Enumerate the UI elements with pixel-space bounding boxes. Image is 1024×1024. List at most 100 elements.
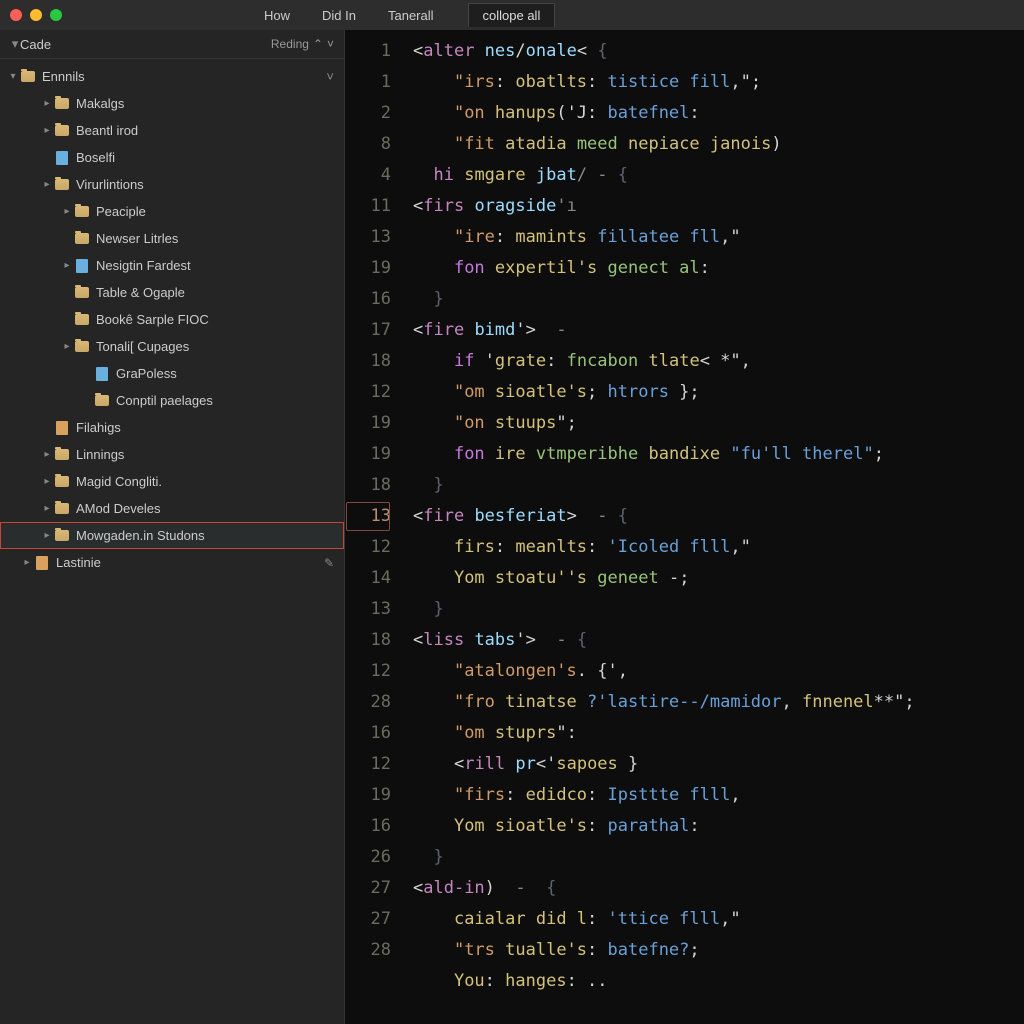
tree-row[interactable]: Filahigs xyxy=(0,414,344,441)
chevron-right-icon: ▸ xyxy=(40,125,54,136)
code-line: <rill pr<'sapoes } xyxy=(413,749,1024,780)
tree-label: Newser Litrles xyxy=(96,231,334,246)
tree-row[interactable]: ▸ Makalgs xyxy=(0,90,344,117)
chevron-right-icon: ▸ xyxy=(40,476,54,487)
tree-label: Virurlintions xyxy=(76,177,334,192)
line-number: 2 xyxy=(345,98,391,129)
tree-label: Boselfi xyxy=(76,150,334,165)
chevron-right-icon: ▸ xyxy=(60,206,74,217)
menu-item[interactable]: Tanerall xyxy=(374,4,448,27)
line-number: 19 xyxy=(345,408,391,439)
tree-label: AMod Develes xyxy=(76,501,334,516)
minimize-icon[interactable] xyxy=(30,9,42,21)
code-line: "om stuprs": xyxy=(413,718,1024,749)
tree-row[interactable]: ▸AMod Develes xyxy=(0,495,344,522)
code-line: "on stuups"; xyxy=(413,408,1024,439)
line-number: 13 xyxy=(345,222,391,253)
code-line: "irs: obatlts: tistice fill,"; xyxy=(413,67,1024,98)
tree-row[interactable]: ▸Linnings xyxy=(0,441,344,468)
folder-icon xyxy=(74,285,90,301)
folder-icon xyxy=(54,447,70,463)
file-icon xyxy=(74,258,90,274)
line-number: 18 xyxy=(345,346,391,377)
folder-icon xyxy=(74,339,90,355)
code-line: <firs oragside'ı xyxy=(413,191,1024,222)
code-line: firs: meanlts: 'Icoled flll," xyxy=(413,532,1024,563)
code-line: if 'grate: fncabon tlate< *", xyxy=(413,346,1024,377)
line-number: 26 xyxy=(345,842,391,873)
editor-tab[interactable]: collope all xyxy=(468,3,556,27)
tree-row[interactable]: ▸Lastinie✎ xyxy=(0,549,344,576)
line-number: 12 xyxy=(345,377,391,408)
code-line: <fire bimd'> - xyxy=(413,315,1024,346)
tree-row[interactable]: ▸Magid Congliti. xyxy=(0,468,344,495)
sidebar-control[interactable]: Reding ⌃ ˅ xyxy=(271,37,334,51)
folder-icon xyxy=(54,528,70,544)
sidebar-title: Cade xyxy=(20,37,271,52)
line-number: 16 xyxy=(345,811,391,842)
line-number xyxy=(345,966,391,997)
tree-row[interactable]: Table & Ogaple xyxy=(0,279,344,306)
chevron-right-icon: ▸ xyxy=(40,98,54,109)
chevron-right-icon: ▸ xyxy=(60,341,74,352)
tree-row[interactable]: Conptil paelages xyxy=(0,387,344,414)
tree-row[interactable]: Boselfi xyxy=(0,144,344,171)
code-line: Yom sioatle's: parathal: xyxy=(413,811,1024,842)
tree-label: Makalgs xyxy=(76,96,334,111)
line-number: 16 xyxy=(345,718,391,749)
code-line: Yom stoatu''s geneet -; xyxy=(413,563,1024,594)
code-line: <liss tabs'> - { xyxy=(413,625,1024,656)
tree-row[interactable]: ▸Virurlintions xyxy=(0,171,344,198)
code-area[interactable]: <alter nes/onale< { "irs: obatlts: tisti… xyxy=(405,30,1024,1024)
line-number: 14 xyxy=(345,563,391,594)
code-line: <alter nes/onale< { xyxy=(413,36,1024,67)
folder-icon xyxy=(54,96,70,112)
tree-label: GraPoless xyxy=(116,366,334,381)
code-line: hi smgare jbat/ - { xyxy=(413,160,1024,191)
code-line: "on hanups('J: batefnel: xyxy=(413,98,1024,129)
close-icon[interactable] xyxy=(10,9,22,21)
line-number: 13 xyxy=(345,501,391,532)
maximize-icon[interactable] xyxy=(50,9,62,21)
menu-item[interactable]: Did In xyxy=(308,4,370,27)
tree-row[interactable]: Bookê Sarple FIOC xyxy=(0,306,344,333)
folder-icon xyxy=(54,501,70,517)
file-icon xyxy=(54,420,70,436)
chevron-right-icon: ▸ xyxy=(60,260,74,271)
folder-icon xyxy=(20,69,36,85)
sidebar: ▾ Cade Reding ⌃ ˅ ▾ Ennnils ˅ ▸Makalgs▸B… xyxy=(0,30,345,1024)
tree-row[interactable]: ▸Peaciple xyxy=(0,198,344,225)
menu-bar: HowDid InTanerall xyxy=(250,4,448,27)
line-gutter: 1128411131916171812191918131214131812281… xyxy=(345,30,405,1024)
code-line: <fire besferiat> - { xyxy=(413,501,1024,532)
code-line: "fit atadia meed nepiace janois) xyxy=(413,129,1024,160)
code-editor[interactable]: 1128411131916171812191918131214131812281… xyxy=(345,30,1024,1024)
tree-label: Conptil paelages xyxy=(116,393,334,408)
line-number: 12 xyxy=(345,656,391,687)
tree-row[interactable]: Newser Litrles xyxy=(0,225,344,252)
line-number: 19 xyxy=(345,780,391,811)
line-number: 4 xyxy=(345,160,391,191)
chevron-down-icon[interactable]: ▾ xyxy=(10,36,20,52)
line-number: 19 xyxy=(345,253,391,284)
code-line: "om sioatle's; htrors }; xyxy=(413,377,1024,408)
code-line: } xyxy=(413,284,1024,315)
tree-row[interactable]: ▸Mowgaden.in Studons xyxy=(0,522,344,549)
tree-row[interactable]: ▸Tonali[ Cupages xyxy=(0,333,344,360)
tree-row[interactable]: ▸ Nesigtin Fardest xyxy=(0,252,344,279)
tree-row[interactable]: ▸Beantl irod xyxy=(0,117,344,144)
tree-row[interactable]: GraPoless xyxy=(0,360,344,387)
edit-icon[interactable]: ✎ xyxy=(324,556,334,570)
chevron-updown-icon: ⌃ xyxy=(313,37,323,51)
tree-label: Lastinie xyxy=(56,555,320,570)
line-number: 1 xyxy=(345,36,391,67)
tree-root[interactable]: ▾ Ennnils ˅ xyxy=(0,63,344,90)
code-line: "ire: mamints fillatee fll," xyxy=(413,222,1024,253)
tree-label: Nesigtin Fardest xyxy=(96,258,334,273)
line-number: 28 xyxy=(345,935,391,966)
folder-icon xyxy=(54,123,70,139)
code-line: } xyxy=(413,470,1024,501)
menu-item[interactable]: How xyxy=(250,4,304,27)
code-line: <ald-in) - { xyxy=(413,873,1024,904)
chevron-down-icon: ▾ xyxy=(6,71,20,82)
